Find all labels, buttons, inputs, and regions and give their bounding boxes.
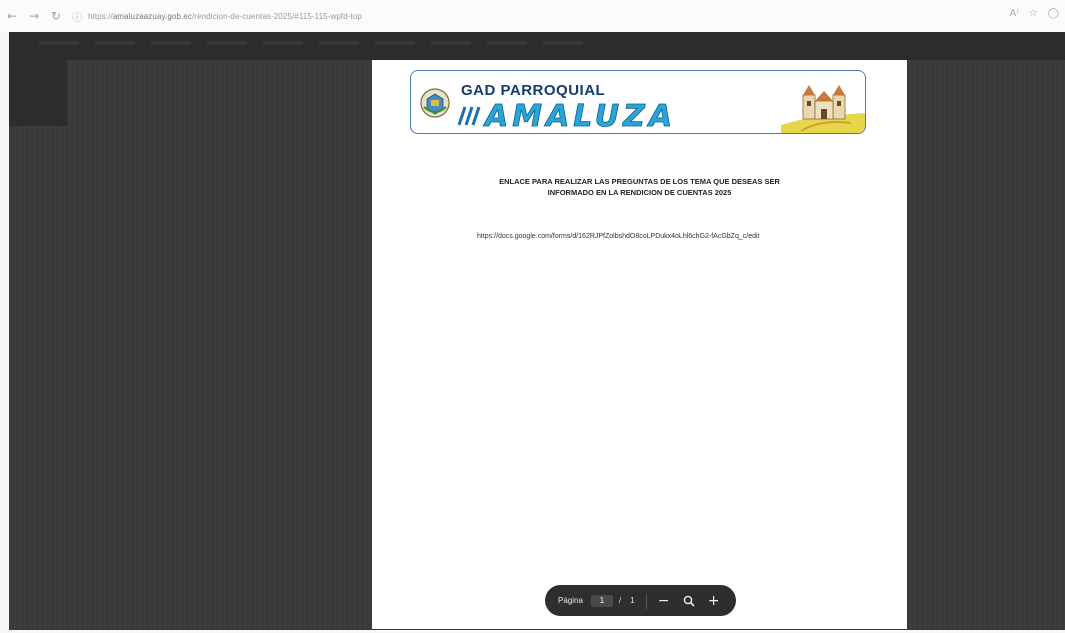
favorite-star-icon[interactable]: ☆ bbox=[1029, 8, 1038, 19]
reload-icon[interactable]: ↻ bbox=[48, 8, 64, 24]
profile-icon[interactable]: ◯ bbox=[1048, 8, 1059, 19]
page-separator: / bbox=[618, 596, 622, 605]
banner-line1: GAD PARROQUIAL bbox=[461, 82, 606, 99]
forward-icon[interactable]: → bbox=[26, 8, 42, 24]
viewer-left-panel bbox=[9, 60, 67, 126]
address-bar[interactable]: ⓘ https://amaluzaazuay.gob.ec/rendicion-… bbox=[72, 6, 362, 26]
back-icon[interactable]: ← bbox=[4, 8, 20, 24]
toolbar-right-icons: A⁾ ☆ ◯ bbox=[1010, 8, 1059, 19]
magnifier-icon bbox=[683, 595, 695, 607]
page-number-input[interactable] bbox=[590, 594, 613, 607]
page-label: Página bbox=[558, 596, 583, 605]
heading-line-2: INFORMADO EN LA RENDICION DE CUENTAS 202… bbox=[547, 188, 732, 197]
page-controls: Página / 1 − + bbox=[545, 585, 736, 616]
total-pages: 1 bbox=[630, 596, 635, 605]
parish-banner: GAD PARROQUIAL AMALUZA bbox=[410, 70, 866, 134]
form-link[interactable]: https://docs.google.com/forms/d/162RJPfZ… bbox=[477, 232, 807, 242]
url-text: https://amaluzaazuay.gob.ec/rendicion-de… bbox=[88, 11, 362, 21]
zoom-icon[interactable] bbox=[681, 593, 697, 609]
church-illustration bbox=[781, 85, 865, 133]
viewer-top-bar bbox=[9, 32, 1065, 60]
banner-title: AMALUZA bbox=[485, 99, 677, 134]
browser-toolbar: ← → ↻ ⓘ https://amaluzaazuay.gob.ec/rend… bbox=[0, 0, 1065, 32]
faded-menu-bar bbox=[39, 41, 599, 45]
pdf-page: GAD PARROQUIAL AMALUZA ENLACE PARA REALI… bbox=[372, 60, 907, 629]
banner-stripes bbox=[457, 106, 481, 126]
zoom-out-button[interactable]: − bbox=[656, 593, 672, 609]
read-aloud-icon[interactable]: A⁾ bbox=[1010, 8, 1019, 19]
document-heading: ENLACE PARA REALIZAR LAS PREGUNTAS DE LO… bbox=[372, 176, 907, 198]
heading-line-1: ENLACE PARA REALIZAR LAS PREGUNTAS DE LO… bbox=[499, 177, 780, 186]
site-info-icon[interactable]: ⓘ bbox=[72, 9, 82, 24]
parish-seal-icon bbox=[420, 88, 450, 118]
zoom-in-button[interactable]: + bbox=[706, 593, 722, 609]
controls-divider bbox=[645, 592, 647, 609]
